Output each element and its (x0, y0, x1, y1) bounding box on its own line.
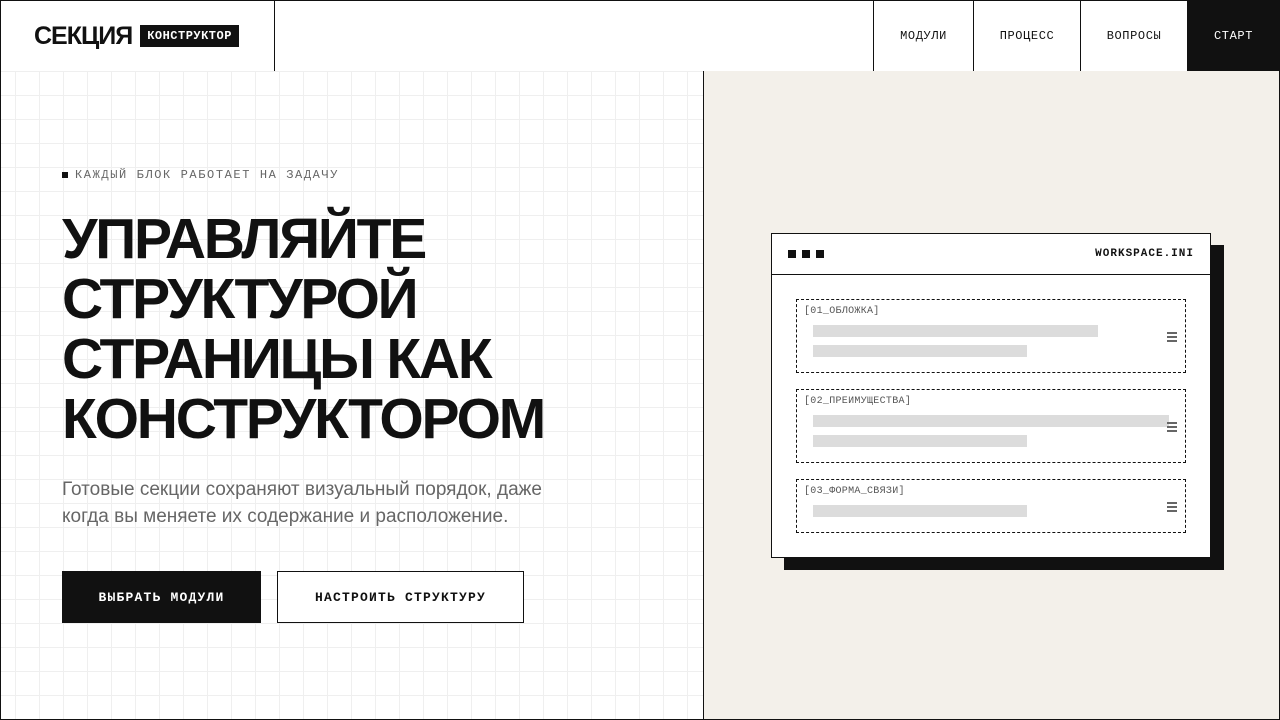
window-dot-icon (788, 250, 796, 258)
drag-handle-icon[interactable] (1167, 332, 1177, 344)
preview-panel: WORKSPACE.INI [01_ОБЛОЖКА] [02_ПРЕИМУЩЕС… (703, 71, 1280, 720)
nav-item-process[interactable]: ПРОЦЕСС (973, 1, 1080, 71)
hero-eyebrow-text: КАЖДЫЙ БЛОК РАБОТАЕТ НА ЗАДАЧУ (75, 168, 340, 182)
window-controls (788, 250, 824, 258)
placeholder-line (813, 505, 1027, 517)
brand-tag: КОНСТРУКТОР (140, 25, 239, 47)
hero-lead: Готовые секции сохраняют визуальный поря… (62, 476, 582, 530)
nav-item-modules[interactable]: МОДУЛИ (873, 1, 973, 71)
headline-line: СТРУКТУРОЙ (62, 267, 419, 331)
module-block-cover[interactable]: [01_ОБЛОЖКА] (796, 299, 1186, 373)
drag-handle-icon[interactable] (1167, 422, 1177, 434)
module-label: [01_ОБЛОЖКА] (804, 306, 880, 317)
hero-section: КАЖДЫЙ БЛОК РАБОТАЕТ НА ЗАДАЧУ УПРАВЛЯЙТ… (0, 71, 704, 720)
brand[interactable]: СЕКЦИЯ КОНСТРУКТОР (1, 1, 275, 71)
square-bullet-icon (62, 172, 68, 178)
module-label: [02_ПРЕИМУЩЕСТВА] (804, 396, 912, 407)
nav-item-faq[interactable]: ВОПРОСЫ (1080, 1, 1187, 71)
hero-lead-line: когда вы меняете их содержание и располо… (62, 506, 509, 527)
header-spacer (275, 1, 873, 71)
headline-line: УПРАВЛЯЙТЕ (62, 207, 427, 271)
brand-name: СЕКЦИЯ (34, 21, 133, 50)
configure-structure-button[interactable]: НАСТРОИТЬ СТРУКТУРУ (277, 571, 524, 623)
choose-modules-button[interactable]: ВЫБРАТЬ МОДУЛИ (62, 571, 261, 623)
window-dot-icon (816, 250, 824, 258)
placeholder-line (813, 435, 1027, 447)
module-label: [03_ФОРМА_СВЯЗИ] (804, 486, 905, 497)
placeholder-line (813, 415, 1169, 427)
headline-line: КОНСТРУКТОРОМ (62, 387, 546, 451)
placeholder-line (813, 325, 1098, 337)
hero-lead-line: Готовые секции сохраняют визуальный поря… (62, 479, 542, 500)
module-block-benefits[interactable]: [02_ПРЕИМУЩЕСТВА] (796, 389, 1186, 463)
workspace-window: WORKSPACE.INI [01_ОБЛОЖКА] [02_ПРЕИМУЩЕС… (771, 233, 1211, 558)
hero-headline: УПРАВЛЯЙТЕ СТРУКТУРОЙ СТРАНИЦЫ КАК КОНСТ… (62, 209, 622, 449)
headline-line: СТРАНИЦЫ КАК (62, 327, 493, 391)
module-block-contact-form[interactable]: [03_ФОРМА_СВЯЗИ] (796, 479, 1186, 533)
hero-eyebrow: КАЖДЫЙ БЛОК РАБОТАЕТ НА ЗАДАЧУ (62, 168, 339, 182)
window-dot-icon (802, 250, 810, 258)
window-title: WORKSPACE.INI (1095, 248, 1194, 260)
drag-handle-icon[interactable] (1167, 502, 1177, 514)
window-titlebar: WORKSPACE.INI (772, 234, 1210, 275)
main-nav: МОДУЛИ ПРОЦЕСС ВОПРОСЫ СТАРТ (873, 1, 1279, 71)
placeholder-line (813, 345, 1027, 357)
start-button[interactable]: СТАРТ (1187, 1, 1279, 71)
site-header: СЕКЦИЯ КОНСТРУКТОР МОДУЛИ ПРОЦЕСС ВОПРОС… (0, 0, 1280, 72)
